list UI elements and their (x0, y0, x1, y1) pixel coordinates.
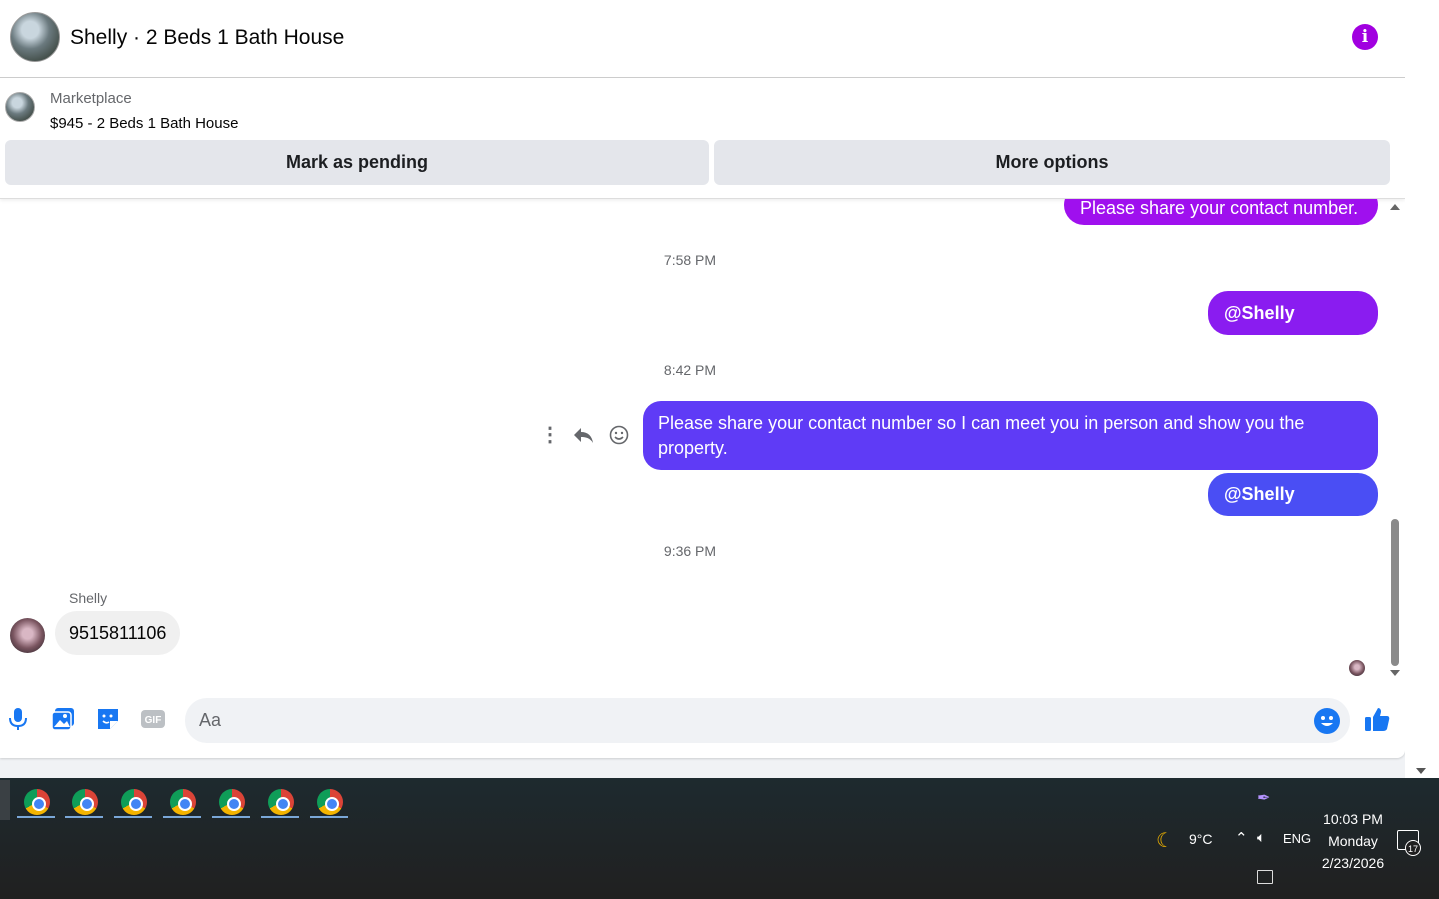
language-indicator[interactable]: ENG (1283, 831, 1311, 846)
clock-day: Monday (1328, 833, 1378, 849)
chevron-up-icon[interactable]: ⌃ (1235, 829, 1248, 847)
clock-date: 2/23/2026 (1321, 855, 1385, 871)
feather-tray-icon[interactable]: ✒ (1257, 788, 1270, 808)
marketplace-listing-banner: Marketplace $945 - 2 Beds 1 Bath House M… (0, 78, 1405, 199)
windows-taskbar: ✒ ☾ 9°C ⌃ 🔈︎ ENG 10:03 PM Monday 2/23/20… (0, 778, 1439, 899)
chat-panel: Shelly · 2 Beds 1 Bath House i Marketpla… (0, 0, 1405, 758)
listing-source: Marketplace (50, 90, 132, 107)
scroll-up-icon[interactable] (1390, 204, 1400, 210)
chrome-icon[interactable] (308, 788, 350, 818)
chrome-icon[interactable] (15, 788, 57, 818)
thumbs-up-icon[interactable] (1363, 705, 1391, 733)
timestamp: 7:58 PM (663, 252, 717, 268)
chrome-icon[interactable] (161, 788, 203, 818)
sender-avatar[interactable] (10, 618, 45, 653)
volume-icon[interactable]: 🔈︎ (1257, 829, 1265, 846)
chat-header: Shelly · 2 Beds 1 Bath House i (0, 0, 1405, 78)
message-input[interactable] (185, 698, 1350, 743)
chrome-icon[interactable] (210, 788, 252, 818)
taskbar-edge (0, 780, 10, 820)
timestamp: 9:36 PM (663, 543, 717, 559)
reply-icon[interactable] (572, 425, 594, 449)
contact-avatar[interactable] (10, 12, 60, 62)
notification-count-badge: 17 (1405, 840, 1421, 856)
page-scroll-down-icon[interactable] (1416, 768, 1426, 774)
network-icon[interactable] (1257, 870, 1273, 884)
page-scrollbar[interactable] (1405, 0, 1439, 778)
scrollbar-thumb[interactable] (1391, 519, 1399, 666)
outgoing-message[interactable]: Please share your contact number. (1064, 199, 1378, 225)
sticker-icon[interactable] (95, 706, 121, 732)
more-options-button[interactable]: More options (714, 140, 1390, 185)
chrome-icon[interactable] (259, 788, 301, 818)
chrome-icon[interactable] (112, 788, 154, 818)
incoming-message[interactable]: 9515811106 (55, 611, 181, 655)
timestamp: 8:42 PM (663, 362, 717, 378)
emoji-react-icon[interactable] (609, 425, 629, 449)
photo-icon[interactable] (50, 706, 76, 732)
moon-weather-icon[interactable]: ☾ (1156, 828, 1174, 853)
listing-description[interactable]: $945 - 2 Beds 1 Bath House (50, 115, 238, 132)
scroll-down-icon[interactable] (1390, 670, 1400, 676)
gif-icon[interactable]: GIF (140, 706, 166, 732)
mark-as-pending-button[interactable]: Mark as pending (5, 140, 709, 185)
emoji-icon[interactable] (1314, 708, 1340, 734)
microphone-icon[interactable] (5, 706, 31, 732)
message-composer: GIF (0, 690, 1405, 750)
more-vertical-icon[interactable]: ⋮ (540, 425, 560, 445)
chat-title[interactable]: Shelly · 2 Beds 1 Bath House (70, 26, 344, 50)
message-thread[interactable]: Please share your contact number. 7:58 P… (0, 199, 1405, 681)
info-icon[interactable]: i (1352, 24, 1378, 50)
message-scrollbar[interactable] (1388, 199, 1402, 681)
svg-text:GIF: GIF (145, 715, 162, 726)
system-clock[interactable]: 10:03 PM Monday 2/23/2026 (1312, 808, 1394, 874)
seen-receipt-avatar (1349, 660, 1365, 676)
chrome-icon[interactable] (63, 788, 105, 818)
temperature[interactable]: 9°C (1189, 831, 1213, 847)
sender-name: Shelly (69, 590, 108, 606)
outgoing-message[interactable]: Please share your contact number so I ca… (643, 401, 1378, 470)
clock-time: 10:03 PM (1323, 811, 1383, 827)
listing-thumbnail[interactable] (5, 92, 35, 122)
outgoing-message-mention[interactable]: @Shelly Burgess (1208, 291, 1378, 367)
outgoing-message-mention[interactable]: @Shelly Burgess (1208, 473, 1378, 547)
